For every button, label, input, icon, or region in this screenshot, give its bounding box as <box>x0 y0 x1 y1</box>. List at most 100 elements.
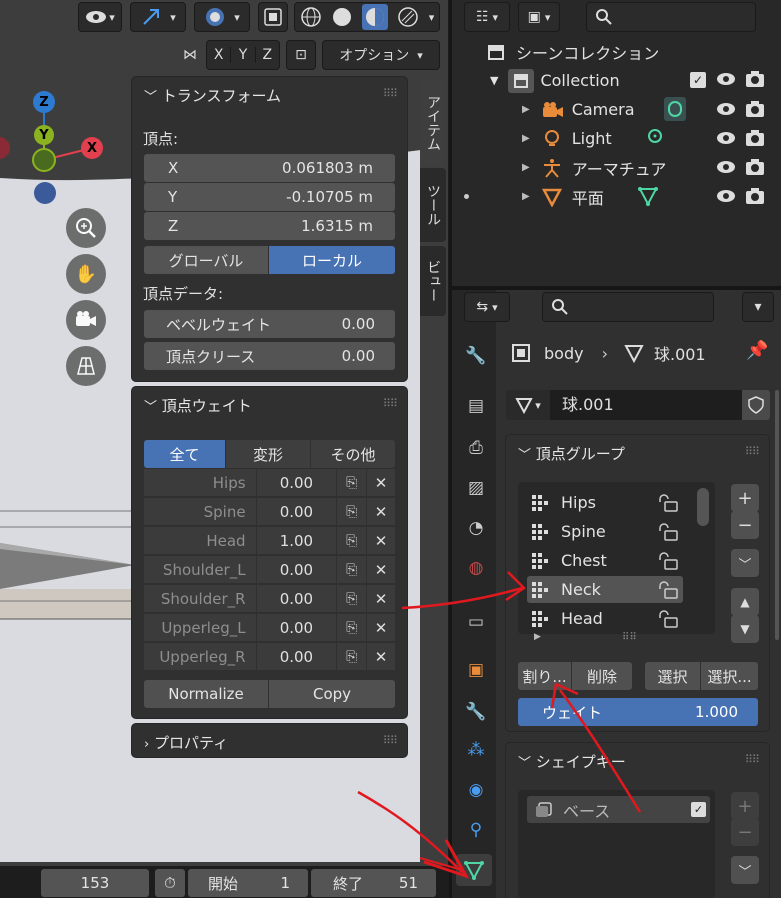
vertex-weight-value[interactable]: 0.00 <box>256 556 337 584</box>
material-shading-icon[interactable] <box>362 4 389 30</box>
outliner-search-input[interactable] <box>586 2 756 32</box>
pin-icon[interactable]: 📌 <box>746 340 768 361</box>
constraints-tab-icon[interactable]: ⚲ <box>460 814 492 846</box>
filter-image-dropdown[interactable]: ▣ ▾ <box>518 2 560 32</box>
list-resize-grip[interactable]: ⠿⠿ <box>622 632 637 643</box>
vertex-group-item[interactable]: Head <box>527 605 683 632</box>
filter-all-tab[interactable]: 全て <box>144 440 225 468</box>
transform-panel-header[interactable]: ﹀ トランスフォーム <box>144 85 281 106</box>
close-icon[interactable]: ✕ <box>367 469 396 497</box>
tab-tool[interactable]: ツール <box>420 168 446 242</box>
fake-user-shield-icon[interactable] <box>742 390 770 420</box>
view-layer-tab-icon[interactable]: ▨ <box>460 472 492 504</box>
bevel-weight-field[interactable]: ベベルウェイト 0.00 <box>144 310 395 338</box>
editor-type-dropdown[interactable]: ⇆ ▾ <box>464 292 510 322</box>
vertex-group-item[interactable]: Neck <box>527 576 683 603</box>
object-tab-icon[interactable]: ▣ <box>460 654 492 686</box>
scene-tab-icon[interactable]: ◔ <box>460 512 492 544</box>
disclosure-right-icon[interactable]: ▶ <box>522 162 530 173</box>
physics-tab-icon[interactable]: ◉ <box>460 774 492 806</box>
weight-slider[interactable]: ウェイト 1.000 <box>518 698 758 726</box>
paste-weight-icon[interactable]: ⎘ <box>337 527 367 555</box>
expand-triangle-icon[interactable]: ▶ <box>534 632 541 642</box>
camera-data-icon[interactable] <box>664 97 686 121</box>
end-frame-field[interactable]: 終了 51 <box>311 869 436 897</box>
copy-button[interactable]: Copy <box>269 680 395 708</box>
vertex-group-item[interactable]: Spine <box>527 518 683 545</box>
collection-checkbox[interactable]: ✓ <box>690 72 706 88</box>
world-tab-icon[interactable]: ◍ <box>460 552 492 584</box>
camera-render-icon[interactable] <box>745 187 765 205</box>
area-divider-horizontal[interactable] <box>452 286 781 290</box>
mirror-icon[interactable]: ⋈ <box>176 40 204 70</box>
global-toggle[interactable]: グローバル <box>144 246 268 274</box>
particles-tab-icon[interactable]: ⁂ <box>460 734 492 766</box>
gizmo-neg-z[interactable] <box>34 182 56 204</box>
mesh-data-tab-icon[interactable] <box>456 854 492 886</box>
paste-weight-icon[interactable]: ⎘ <box>337 614 367 642</box>
gizmo-x-axis[interactable]: X <box>81 137 103 159</box>
move-up-button[interactable]: ▲ <box>731 588 759 616</box>
specials-menu-button[interactable]: ﹀ <box>731 549 759 577</box>
drag-grip-icon[interactable]: ⠿⠿ <box>745 445 760 458</box>
solid-shading-icon[interactable] <box>331 6 353 28</box>
close-icon[interactable]: ✕ <box>367 556 396 584</box>
options-dropdown[interactable]: オプション ▾ <box>322 40 440 70</box>
paste-weight-icon[interactable]: ⎘ <box>337 585 367 613</box>
modifier-tab-icon[interactable]: 🔧 <box>460 696 492 728</box>
properties-subpanel[interactable]: › プロパティ ⠿⠿ <box>131 723 408 758</box>
normalize-button[interactable]: Normalize <box>144 680 268 708</box>
lock-icon[interactable] <box>657 493 679 512</box>
remove-shape-key-button[interactable]: − <box>731 818 759 846</box>
vertex-group-item[interactable]: Hips <box>527 489 683 516</box>
properties-scrollbar[interactable] <box>775 390 779 640</box>
overlays-toggle[interactable]: ▾ <box>194 2 250 32</box>
shape-key-basis-row[interactable]: ベース ✓ <box>527 796 710 823</box>
outliner-item-row[interactable]: ▶ Camera <box>452 95 781 124</box>
eye-icon[interactable] <box>716 71 736 87</box>
disclosure-right-icon[interactable]: ▶ <box>522 191 530 202</box>
eye-icon[interactable] <box>716 101 736 117</box>
vertex-weight-value[interactable]: 0.00 <box>256 585 337 613</box>
camera-view-icon[interactable] <box>66 300 106 340</box>
local-toggle[interactable]: ローカル <box>269 246 395 274</box>
lock-icon[interactable] <box>657 522 679 541</box>
deselect-button[interactable]: 選択... <box>701 662 758 690</box>
zoom-icon[interactable] <box>66 208 106 248</box>
hand-pan-icon[interactable]: ✋ <box>66 254 106 294</box>
vertex-weight-value[interactable]: 0.00 <box>256 643 337 671</box>
camera-render-icon[interactable] <box>745 100 765 118</box>
rendered-shading-icon[interactable] <box>397 6 419 28</box>
light-data-icon[interactable] <box>646 128 664 148</box>
lock-icon[interactable] <box>657 609 679 628</box>
area-divider[interactable] <box>449 0 452 898</box>
close-icon[interactable]: ✕ <box>367 585 396 613</box>
camera-render-icon[interactable] <box>745 129 765 147</box>
start-frame-field[interactable]: 開始 1 <box>188 869 308 897</box>
ortho-grid-icon[interactable] <box>66 346 106 386</box>
shading-modes[interactable]: ▾ <box>294 2 440 32</box>
add-group-button[interactable]: + <box>731 484 759 512</box>
gizmo-toggle[interactable]: ▾ <box>130 2 186 32</box>
camera-render-icon[interactable] <box>745 158 765 176</box>
scene-collection-row[interactable]: シーンコレクション <box>452 37 781 66</box>
vertex-z-field[interactable]: Z 1.6315 m <box>144 212 395 240</box>
tab-view[interactable]: ビュー <box>420 246 446 316</box>
mesh-data-icon[interactable] <box>638 186 658 206</box>
eye-icon[interactable] <box>716 188 736 204</box>
filter-deform-tab[interactable]: 変形 <box>226 440 310 468</box>
outliner-item-row[interactable]: ▶ アーマチュア <box>452 153 781 182</box>
render-tab-icon[interactable]: ▤ <box>460 390 492 422</box>
output-tab-icon[interactable]: ⎙ <box>460 432 492 464</box>
visibility-toggle[interactable]: ▾ <box>78 2 122 32</box>
wireframe-shading-icon[interactable] <box>300 6 322 28</box>
vertex-weight-value[interactable]: 1.00 <box>256 527 337 555</box>
vertex-crease-field[interactable]: 頂点クリース 0.00 <box>144 342 395 370</box>
xray-toggle[interactable] <box>258 2 288 32</box>
vertex-y-field[interactable]: Y -0.10705 m <box>144 183 395 211</box>
lock-icon[interactable] <box>657 551 679 570</box>
vertex-x-field[interactable]: X 0.061803 m <box>144 154 395 182</box>
assign-button[interactable]: 割り... <box>518 662 571 690</box>
outliner-item-row[interactable]: ▶ Light <box>452 124 781 153</box>
drag-grip-icon[interactable]: ⠿⠿ <box>745 753 760 766</box>
